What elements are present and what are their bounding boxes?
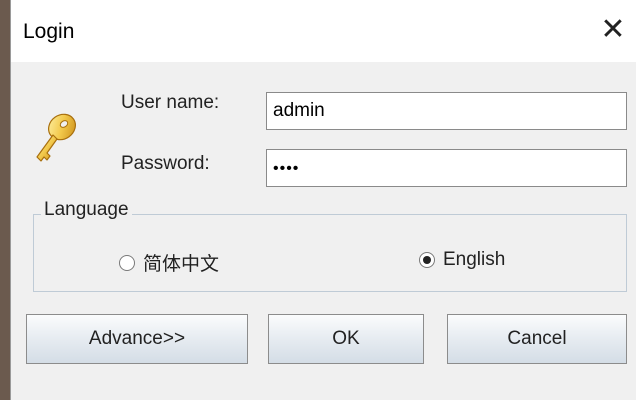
ok-button[interactable]: OK: [268, 314, 424, 364]
language-legend: Language: [41, 199, 132, 221]
radio-chinese[interactable]: 简体中文: [119, 249, 219, 276]
username-field[interactable]: [266, 92, 627, 130]
radio-english[interactable]: English: [419, 249, 505, 271]
radio-circle-icon[interactable]: [119, 254, 135, 271]
window-title: Login: [23, 20, 75, 43]
radio-english-label: English: [443, 249, 506, 270]
cancel-button[interactable]: Cancel: [447, 314, 627, 364]
close-icon[interactable]: ✕: [595, 12, 631, 48]
password-masked-value: ••••: [273, 160, 300, 177]
title-bar: Login ✕: [11, 0, 636, 62]
password-label: Password:: [121, 153, 210, 174]
radio-chinese-label: 简体中文: [143, 254, 220, 275]
advance-button[interactable]: Advance>>: [26, 314, 248, 364]
login-dialog: Login ✕ User name: Password: ••••: [10, 0, 636, 400]
dialog-content: User name: Password: •••• Language 简体中文 …: [11, 62, 636, 400]
username-label: User name:: [121, 92, 220, 113]
username-input[interactable]: [273, 93, 626, 129]
key-icon: [36, 113, 76, 162]
radio-selected-icon[interactable]: [419, 252, 435, 268]
password-field[interactable]: ••••: [266, 149, 627, 187]
